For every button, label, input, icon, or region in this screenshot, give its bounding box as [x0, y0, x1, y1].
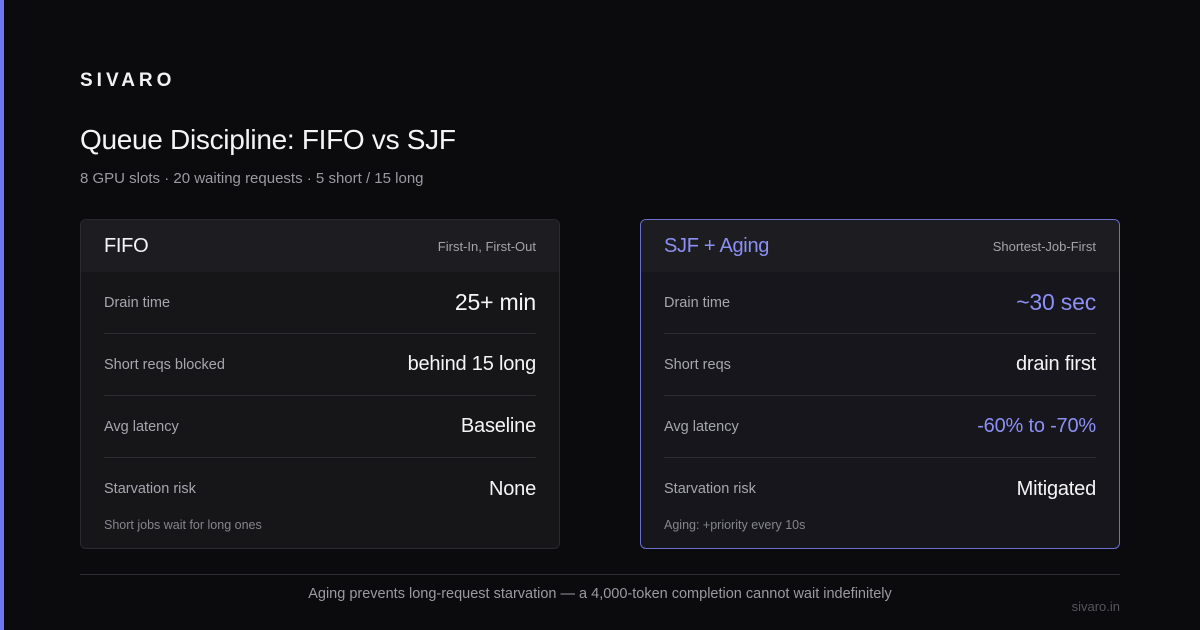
sjf-row-avg-latency: Avg latency -60% to -70% — [664, 396, 1096, 458]
metric-value: behind 15 long — [407, 353, 537, 375]
fifo-row-avg-latency: Avg latency Baseline — [104, 396, 536, 458]
metric-label: Drain time — [664, 294, 731, 311]
accent-bar — [0, 0, 4, 630]
sjf-card-header: SJF + Aging Shortest-Job-First — [641, 220, 1119, 272]
fifo-card-header: FIFO First-In, First-Out — [81, 220, 559, 272]
sjf-card: SJF + Aging Shortest-Job-First Drain tim… — [640, 219, 1120, 549]
metric-label: Drain time — [104, 294, 171, 311]
fifo-row-drain-time: Drain time 25+ min — [104, 272, 536, 334]
fifo-card-title: FIFO — [104, 234, 149, 257]
brand-logo: SIVARO — [80, 70, 176, 91]
sjf-card-title: SJF + Aging — [664, 234, 770, 257]
fifo-row-short-reqs: Short reqs blocked behind 15 long — [104, 334, 536, 396]
page-subtitle: 8 GPU slots · 20 waiting requests · 5 sh… — [80, 170, 424, 187]
metric-label: Starvation risk — [664, 481, 756, 497]
footer-divider — [80, 574, 1120, 575]
site-url: sivaro.in — [1071, 599, 1120, 614]
page-title: Queue Discipline: FIFO vs SJF — [80, 124, 456, 155]
metric-value: Mitigated — [1016, 477, 1097, 500]
fifo-row-starvation-risk: Starvation risk None — [104, 458, 536, 520]
sjf-row-drain-time: Drain time ~30 sec — [664, 272, 1096, 334]
footer-caption: Aging prevents long-request starvation —… — [308, 586, 892, 602]
sjf-card-note: Aging: +priority every 10s — [664, 518, 806, 532]
metric-value: drain first — [1015, 353, 1096, 375]
sjf-card-tag: Shortest-Job-First — [992, 238, 1096, 254]
metric-label: Avg latency — [664, 418, 739, 435]
sjf-metrics: Drain time ~30 sec Short reqs drain firs… — [641, 272, 1119, 520]
metric-value: -60% to -70% — [977, 415, 1096, 437]
fifo-card: FIFO First-In, First-Out Drain time 25+ … — [80, 219, 560, 549]
metric-label: Short reqs blocked — [104, 356, 225, 373]
metric-label: Short reqs — [664, 356, 731, 373]
metric-value: None — [488, 477, 536, 500]
metric-value: Baseline — [460, 415, 536, 437]
metric-value: 25+ min — [454, 289, 536, 315]
metric-label: Avg latency — [104, 418, 179, 435]
fifo-card-note: Short jobs wait for long ones — [104, 518, 262, 532]
metric-label: Starvation risk — [104, 481, 196, 497]
fifo-metrics: Drain time 25+ min Short reqs blocked be… — [81, 272, 559, 520]
sjf-row-short-reqs: Short reqs drain first — [664, 334, 1096, 396]
metric-value: ~30 sec — [1016, 289, 1096, 315]
sjf-row-starvation-risk: Starvation risk Mitigated — [664, 458, 1096, 520]
fifo-card-tag: First-In, First-Out — [437, 238, 536, 254]
